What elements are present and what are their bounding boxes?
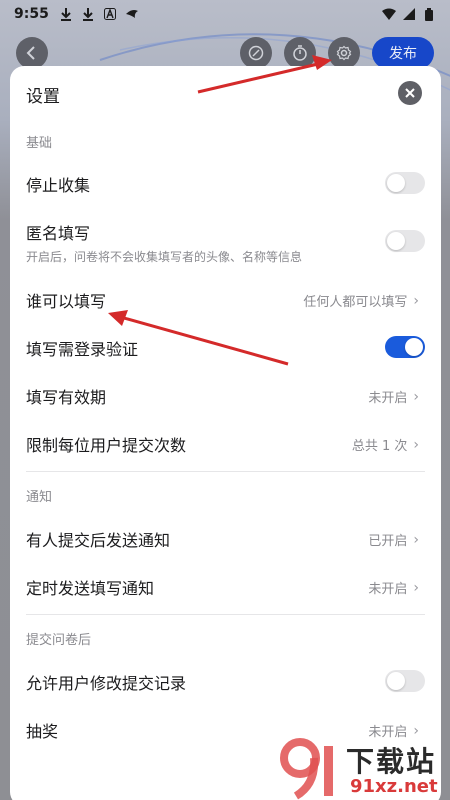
validity-period-value[interactable]: 未开启 › <box>368 387 419 407</box>
timer-icon <box>293 45 307 61</box>
scheduled-notify-value[interactable]: 未开启 › <box>368 578 419 598</box>
divider <box>26 471 425 472</box>
settings-button[interactable] <box>328 37 360 69</box>
stop-collecting-toggle[interactable] <box>385 172 425 194</box>
chevron-right-icon: › <box>413 531 419 548</box>
row-who-can-fill-label[interactable]: 谁可以填写 <box>26 288 106 312</box>
top-bar: 发布 <box>0 36 450 70</box>
wifi-icon <box>382 7 396 21</box>
palette-icon <box>248 45 264 61</box>
toggle-knob <box>387 672 405 690</box>
row-submit-limit-label[interactable]: 限制每位用户提交次数 <box>26 432 186 456</box>
submit-limit-value[interactable]: 总共 1 次 › <box>351 435 419 455</box>
timer-button[interactable] <box>284 37 316 69</box>
chevron-right-icon: › <box>413 436 419 453</box>
row-stop-collecting-label: 停止收集 <box>26 176 91 195</box>
login-required-toggle[interactable] <box>385 336 425 358</box>
bird-icon <box>125 7 139 21</box>
watermark-domain: 91xz.net <box>350 776 438 797</box>
signal-icon <box>402 7 416 21</box>
submit-notify-value-text: 已开启 <box>368 534 408 549</box>
chevron-right-icon: › <box>413 292 419 309</box>
toggle-knob <box>387 174 405 192</box>
publish-button[interactable]: 发布 <box>372 37 434 69</box>
watermark: 下载站 91xz.net <box>280 736 450 800</box>
status-time: 9:55 <box>14 6 49 22</box>
download-icon <box>59 7 73 21</box>
status-bar: 9:55 <box>0 0 450 28</box>
watermark-title: 下载站 <box>346 745 437 778</box>
toggle-knob <box>405 338 423 356</box>
dialog-title: 设置 <box>26 87 60 107</box>
close-button[interactable] <box>398 81 422 105</box>
scheduled-notify-value-text: 未开启 <box>368 582 408 597</box>
divider <box>26 614 425 615</box>
close-icon <box>405 88 415 98</box>
who-can-fill-value-text: 任何人都可以填写 <box>303 295 408 310</box>
settings-dialog: 设置 基础 停止收集 匿名填写 开启后，问卷将不会收集填写者的头像、名称等信息 … <box>10 66 441 800</box>
row-anonymous-description: 开启后，问卷将不会收集填写者的头像、名称等信息 <box>26 250 303 264</box>
back-icon <box>26 46 35 60</box>
chevron-right-icon: › <box>413 579 419 596</box>
row-scheduled-notify-label[interactable]: 定时发送填写通知 <box>26 575 154 599</box>
section-label-after-submit: 提交问卷后 <box>26 633 92 648</box>
theme-button[interactable] <box>240 37 272 69</box>
submit-notify-value[interactable]: 已开启 › <box>368 530 419 550</box>
back-button[interactable] <box>16 37 48 69</box>
row-validity-period-label[interactable]: 填写有效期 <box>26 384 106 408</box>
submit-limit-value-text: 总共 1 次 <box>351 439 408 454</box>
watermark-logo <box>280 738 333 800</box>
row-login-required-label: 填写需登录验证 <box>26 340 139 359</box>
row-lottery-label[interactable]: 抽奖 <box>26 718 58 742</box>
a-icon <box>103 7 117 21</box>
row-submit-notify-label[interactable]: 有人提交后发送通知 <box>26 527 170 551</box>
toggle-knob <box>387 232 405 250</box>
anonymous-toggle[interactable] <box>385 230 425 252</box>
section-label-notifications: 通知 <box>26 490 53 505</box>
battery-icon <box>422 7 436 21</box>
who-can-fill-value[interactable]: 任何人都可以填写 › <box>303 291 419 311</box>
allow-edit-toggle[interactable] <box>385 670 425 692</box>
download-icon <box>81 7 95 21</box>
settings-icon <box>336 45 352 61</box>
row-allow-edit-label: 允许用户修改提交记录 <box>26 674 187 693</box>
validity-period-value-text: 未开启 <box>368 391 408 406</box>
row-anonymous-label: 匿名填写 <box>26 224 91 243</box>
chevron-right-icon: › <box>413 388 419 405</box>
section-label-basic: 基础 <box>26 136 53 151</box>
